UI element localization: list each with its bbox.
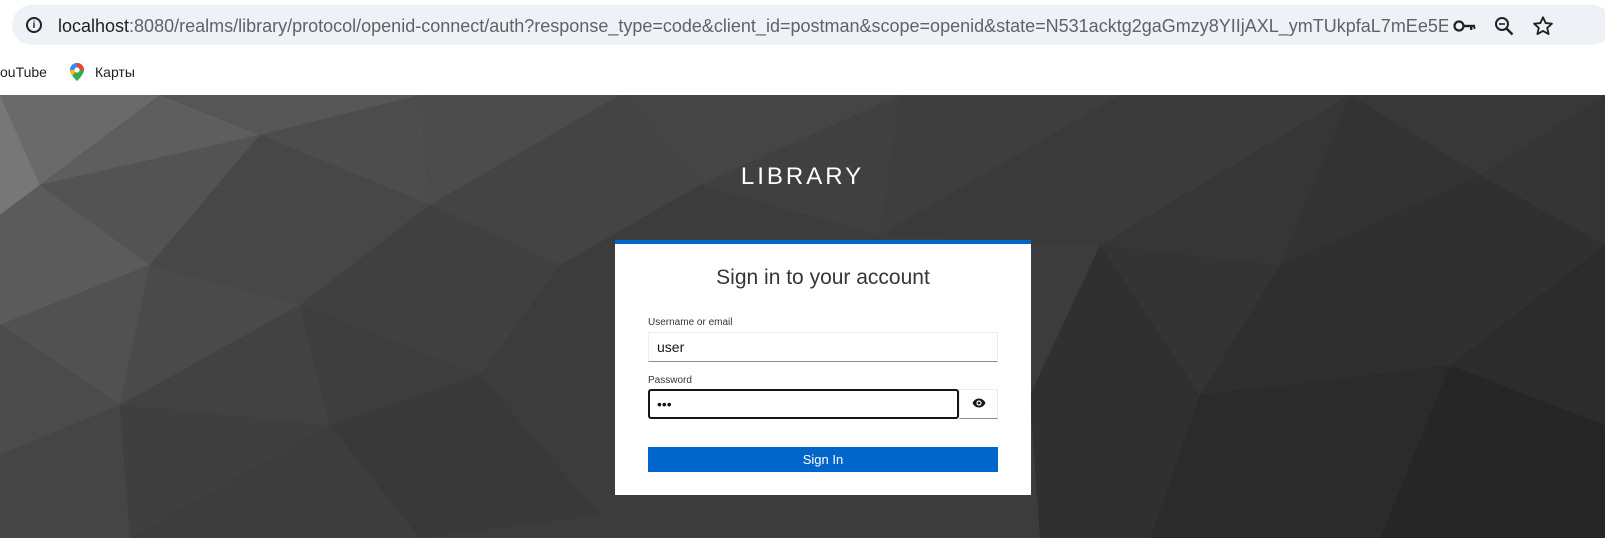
address-bar[interactable]: i localhost:8080/realms/library/protocol… [12,5,1605,45]
sign-in-button[interactable]: Sign In [648,447,998,472]
maps-pin-icon [69,63,85,81]
info-icon[interactable]: i [23,14,45,36]
realm-title: LIBRARY [740,163,865,190]
url-text[interactable]: localhost:8080/realms/library/protocol/o… [58,15,1448,37]
bookmarks-bar: ouTube Карты [0,50,1605,94]
card-title: Sign in to your account [716,266,930,289]
login-page: LIBRARY Sign in to your account Username… [0,95,1605,538]
bookmark-youtube[interactable]: ouTube [0,61,47,83]
browser-toolbar: i localhost:8080/realms/library/protocol… [0,0,1605,50]
bookmark-maps[interactable]: Карты [69,61,135,83]
bookmark-label: ouTube [0,64,47,80]
username-label: Username or email [648,317,733,328]
login-card: Sign in to your account Username or emai… [615,240,1031,495]
url-host: localhost [58,16,130,36]
username-input[interactable]: user [648,332,998,362]
bookmark-label: Карты [95,64,135,80]
key-icon[interactable] [1453,14,1477,38]
zoom-icon[interactable] [1492,14,1516,38]
password-label: Password [648,375,692,386]
url-path: :8080/realms/library/protocol/openid-con… [129,16,1448,36]
show-password-button[interactable] [959,389,998,419]
star-icon[interactable] [1531,14,1555,38]
eye-icon [972,395,986,413]
password-input[interactable]: ••• [648,389,959,419]
